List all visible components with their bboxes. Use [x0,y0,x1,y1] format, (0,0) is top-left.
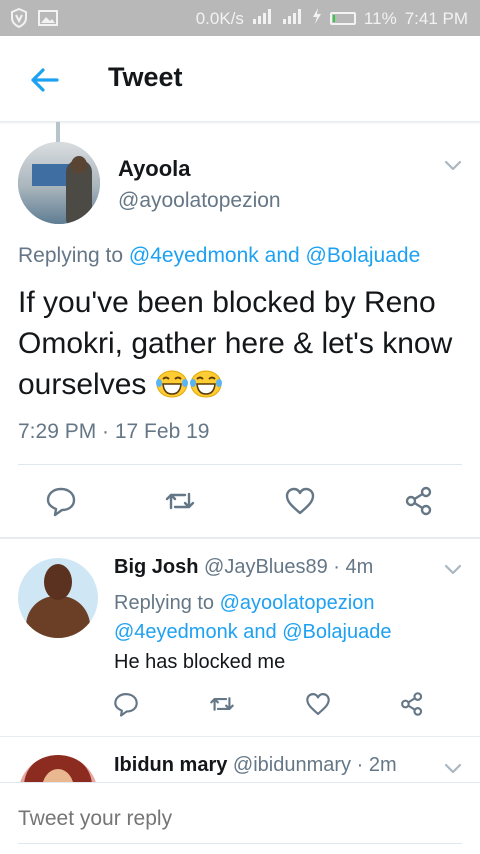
net-speed: 0.0K/s [195,8,244,28]
share-button[interactable] [398,690,426,718]
signal-icon [252,8,274,29]
like-button[interactable] [304,690,332,718]
replying-to-line: Replying to @4eyedmonk and @Bolajuade [18,244,420,268]
reply-button[interactable] [112,690,140,718]
reply-text: He has blocked me [114,651,286,673]
author-name[interactable]: Ayoola [118,156,191,182]
chevron-down-icon [444,564,462,575]
mention-4eyedmonk[interactable]: @4eyedmonk [129,244,259,267]
share-icon [401,692,423,716]
replying-prefix: Replying to [18,244,124,267]
tweet-timestamp: 7:29 PM · 17 Feb 19 [18,420,210,443]
retweet-icon [210,697,234,711]
status-bar: 0.0K/s 11% 7:41 PM [0,0,480,36]
mention-ayoolatopezion[interactable]: @ayoolatopezion [220,592,375,614]
section-divider [0,537,480,539]
retweet-icon [165,492,195,510]
reply-author-handle[interactable]: @ibidunmary [233,754,351,776]
reply-menu-button[interactable] [442,558,464,580]
chevron-down-icon [444,160,462,171]
thread-connector-line [56,122,60,142]
signal-2-icon [282,8,304,29]
reply-composer [0,782,480,854]
reply-input[interactable] [18,807,438,831]
retweet-button[interactable] [163,484,197,518]
replying-prefix: Replying to [114,592,215,614]
section-divider [0,736,480,737]
retweet-button[interactable] [208,690,236,718]
mention-and: and [264,244,300,267]
divider [18,464,462,465]
clock: 7:41 PM [404,8,468,28]
reply-author-name[interactable]: Ibidun mary [114,754,227,776]
top-app-bar: Tweet [0,36,480,122]
share-icon [405,486,432,516]
reply-input-underline [18,843,462,844]
tweet-text: If you've been blocked by Reno Omokri, g… [18,286,453,401]
mention-bolajuade[interactable]: @Bolajuade [282,621,391,643]
face-with-tears-of-joy-icon [189,370,222,398]
author-handle[interactable]: @ayoolatopezion [118,189,281,213]
chevron-down-icon [444,763,462,774]
reply-header: Big Josh @JayBlues89 · 4m [114,556,373,579]
battery-icon [329,12,356,25]
reply-author-handle[interactable]: @JayBlues89 [204,556,328,578]
heart-icon [285,487,315,515]
comment-icon [46,487,76,517]
reply-replying-to: Replying to @ayoolatopezion [114,588,374,618]
share-button[interactable] [402,484,436,518]
avatar-ayoola[interactable] [18,142,100,224]
reply-author-name[interactable]: Big Josh [114,556,198,578]
reply-header: Ibidun mary @ibidunmary · 2m [114,754,397,777]
reply-menu-button[interactable] [442,757,464,779]
heart-icon [306,693,330,715]
page-title: Tweet [108,62,183,92]
reply-button[interactable] [44,484,78,518]
face-with-tears-of-joy-icon [155,370,188,398]
image-notification-icon [38,10,58,31]
charging-icon [312,8,322,29]
back-button[interactable] [26,62,62,98]
like-button[interactable] [283,484,317,518]
tweet-body: If you've been blocked by Reno Omokri, g… [18,282,458,405]
avatar-big-josh[interactable] [18,558,98,638]
reply-replying-to-cont: @4eyedmonk and @Bolajuade [114,617,391,647]
mention-bolajuade[interactable]: @Bolajuade [306,244,421,267]
comment-icon [114,693,138,717]
mention-4eyedmonk[interactable]: @4eyedmonk [114,621,238,643]
reply-age: · 2m [356,754,397,776]
tweet-menu-button[interactable] [442,154,464,176]
reply-age: · 4m [333,556,374,578]
mention-and: and [243,621,277,643]
battery-percent: 11% [363,8,397,28]
arrow-back-icon [31,68,59,92]
vpn-shield-icon [10,7,28,33]
